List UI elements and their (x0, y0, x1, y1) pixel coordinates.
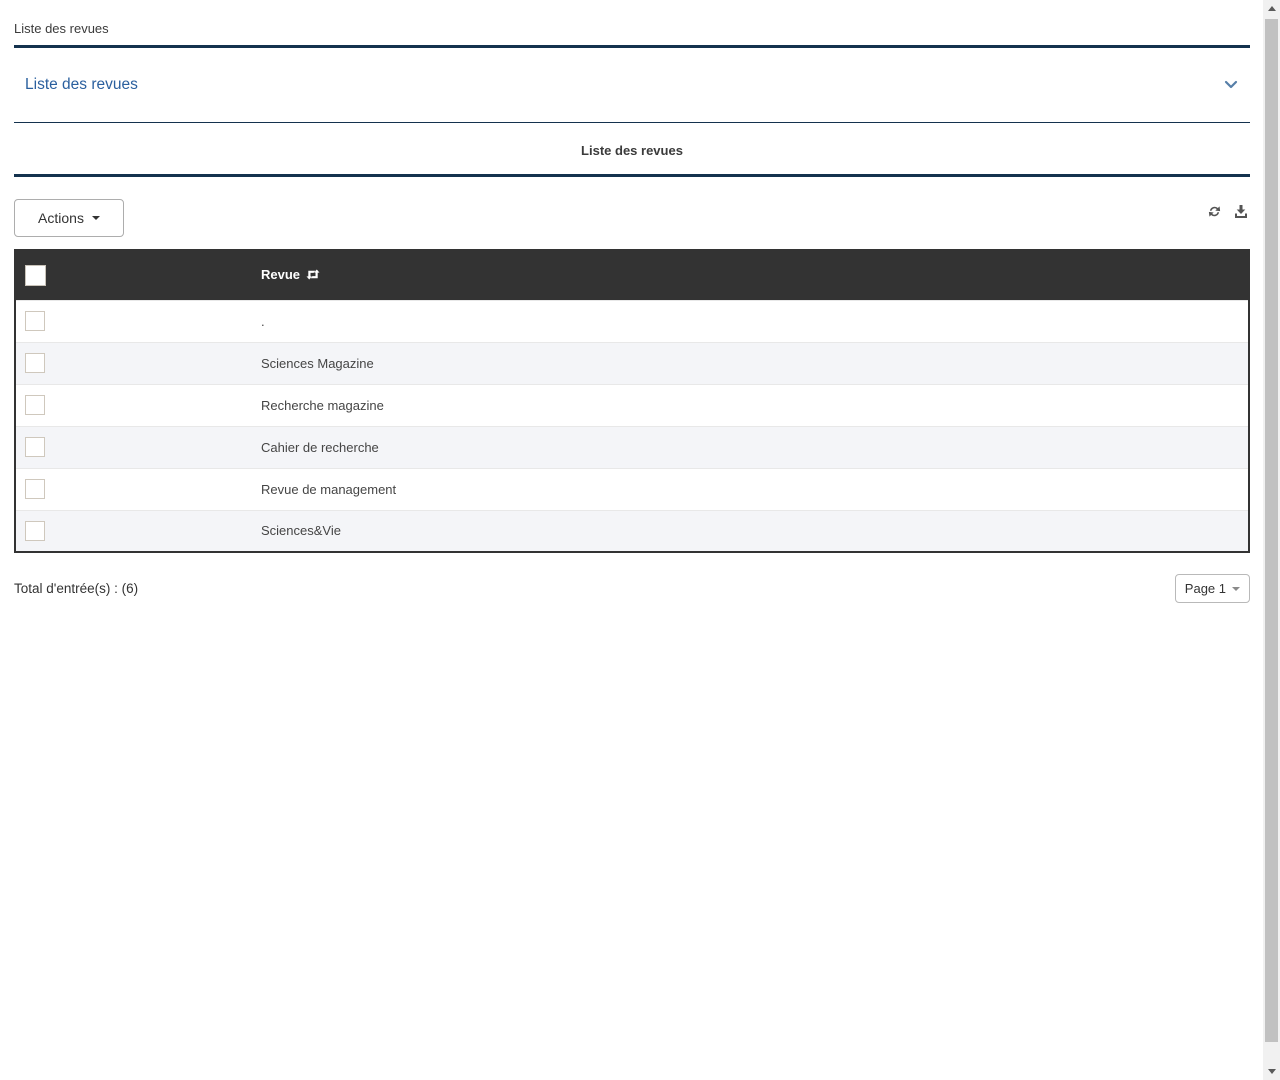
table-footer: Total d'entrée(s) : (6) Page 1 (14, 574, 1250, 603)
row-checkbox[interactable] (25, 479, 45, 499)
panel-title: Liste des revues (25, 76, 138, 94)
revue-cell: Sciences&Vie (253, 510, 1249, 552)
table-row: Sciences&Vie (15, 510, 1249, 552)
revues-table: Revue .Sciences MagazineRecherche magazi… (14, 249, 1250, 553)
collapsible-panel-liste-des-revues[interactable]: Liste des revues (14, 48, 1250, 123)
table-header-row: Revue (15, 250, 1249, 300)
triangle-down-icon (1268, 1069, 1276, 1074)
section-title: Liste des revues (14, 123, 1250, 177)
scrollbar-up-arrow[interactable] (1263, 0, 1280, 17)
table-row: . (15, 300, 1249, 342)
table-row: Recherche magazine (15, 384, 1249, 426)
toolbar-icons (1207, 204, 1250, 219)
table-row: Sciences Magazine (15, 342, 1249, 384)
revue-column-label: Revue (261, 267, 300, 282)
caret-down-icon (1232, 587, 1240, 591)
row-checkbox[interactable] (25, 395, 45, 415)
row-checkbox[interactable] (25, 311, 45, 331)
row-checkbox[interactable] (25, 521, 45, 541)
table-body: .Sciences MagazineRecherche magazineCahi… (15, 300, 1249, 552)
scrollbar-thumb[interactable] (1265, 19, 1278, 1042)
column-header-revue[interactable]: Revue (261, 267, 320, 282)
revue-cell: Recherche magazine (253, 384, 1249, 426)
revue-cell: Sciences Magazine (253, 342, 1249, 384)
sort-icon[interactable] (306, 269, 320, 280)
refresh-icon[interactable] (1207, 204, 1222, 219)
page-title: Liste des revues (14, 21, 1250, 48)
total-entries-label: Total d'entrée(s) : (6) (14, 581, 138, 596)
scrollbar-down-arrow[interactable] (1263, 1063, 1280, 1080)
actions-button[interactable]: Actions (14, 199, 124, 237)
caret-down-icon (92, 216, 100, 220)
chevron-down-icon[interactable] (1223, 80, 1239, 90)
row-checkbox[interactable] (25, 353, 45, 373)
row-checkbox[interactable] (25, 437, 45, 457)
page-select-label: Page 1 (1185, 581, 1226, 596)
actions-button-label: Actions (38, 210, 84, 226)
table-row: Revue de management (15, 468, 1249, 510)
browser-scrollbar[interactable] (1263, 0, 1280, 1080)
triangle-up-icon (1268, 6, 1276, 11)
revue-cell: . (253, 300, 1249, 342)
download-icon[interactable] (1234, 204, 1248, 219)
page-select-button[interactable]: Page 1 (1175, 574, 1250, 603)
revue-cell: Cahier de recherche (253, 426, 1249, 468)
select-all-checkbox[interactable] (25, 265, 46, 286)
toolbar: Actions (14, 199, 1250, 237)
revue-cell: Revue de management (253, 468, 1249, 510)
main-content: Liste des revues Liste des revues Liste … (14, 0, 1250, 603)
table-row: Cahier de recherche (15, 426, 1249, 468)
